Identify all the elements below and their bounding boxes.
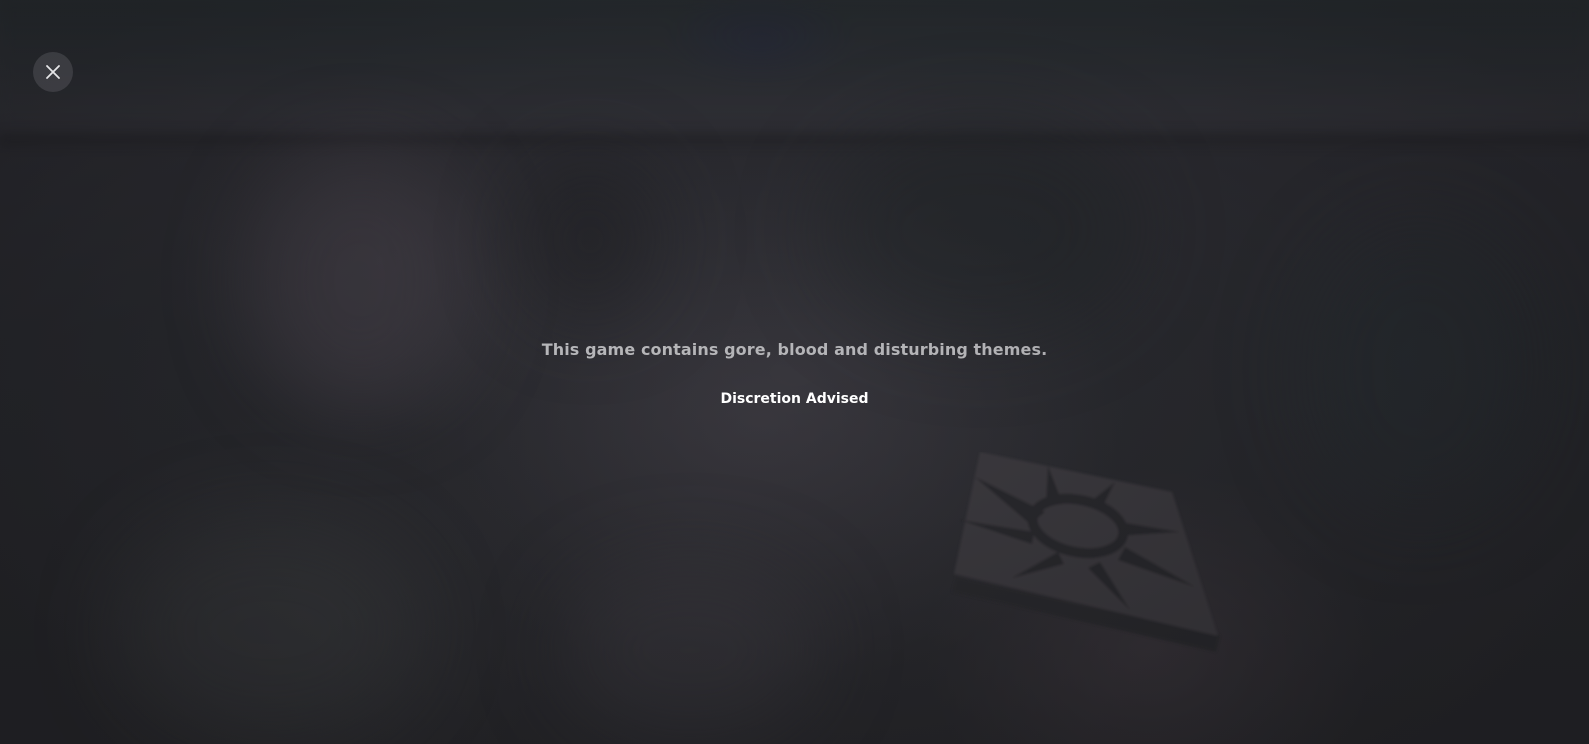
close-button[interactable] [33,52,73,92]
discretion-advised-label: Discretion Advised [720,391,869,407]
blurred-scene-shape [560,560,820,740]
pentagram-floor-tile-icon [952,452,1220,652]
game-warning-screen: This game contains gore, blood and distu… [0,0,1589,744]
warning-text: This game contains gore, blood and distu… [541,340,1048,359]
blurred-scene-shape [520,160,660,320]
blurred-horizon [0,128,1589,150]
blurred-scene-shape [820,120,1140,340]
close-icon [46,65,60,79]
blurred-scene-shape [250,150,470,410]
content-warning-message: This game contains gore, blood and distu… [0,340,1589,359]
blurred-scene-shape [120,520,420,740]
blurred-scene-shape [1300,220,1540,520]
blurred-sky [0,0,1589,140]
